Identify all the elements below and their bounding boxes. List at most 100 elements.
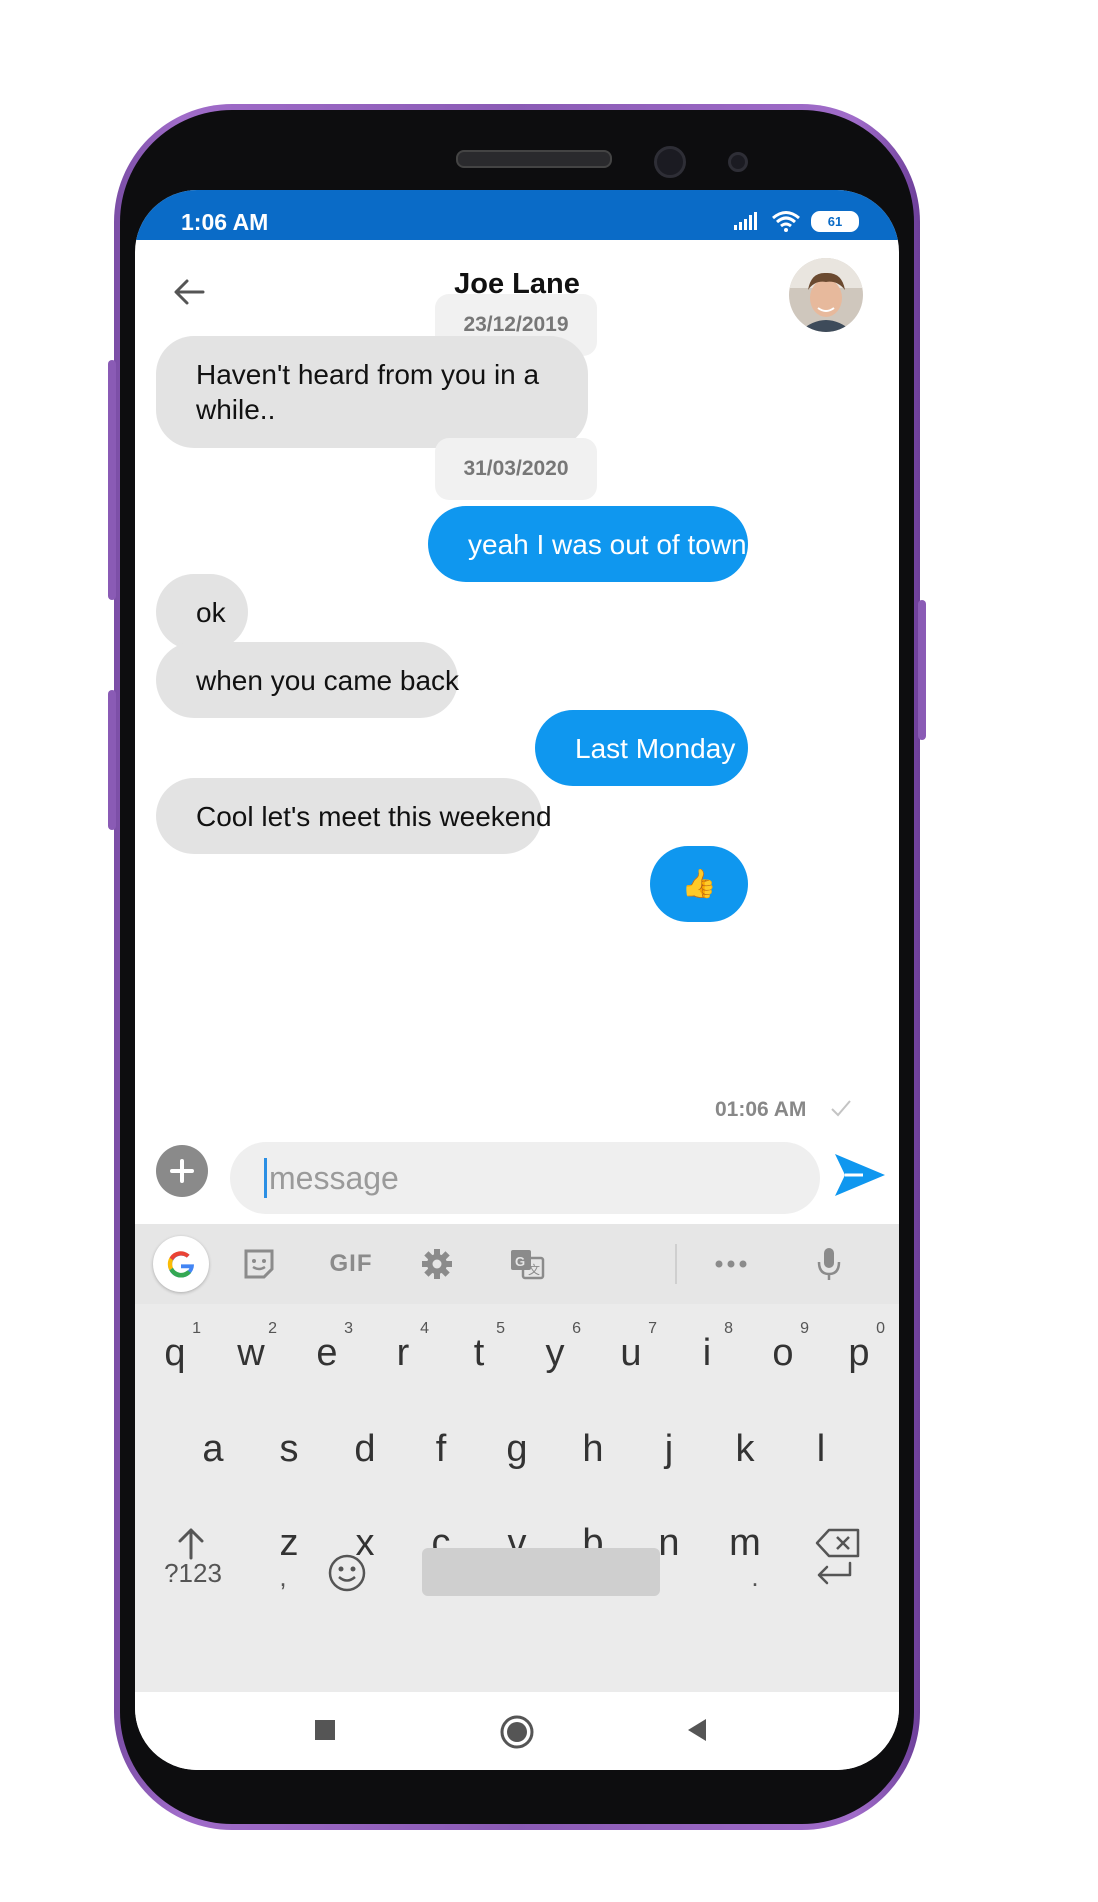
key-label: w xyxy=(237,1331,265,1374)
key-label: u xyxy=(620,1331,642,1374)
incoming-message[interactable]: ok xyxy=(156,574,248,650)
microphone-icon xyxy=(817,1248,841,1280)
home-circle-icon xyxy=(500,1715,534,1749)
sticker-button[interactable] xyxy=(235,1240,283,1288)
volume-button xyxy=(108,360,116,600)
key-w[interactable]: w2 xyxy=(221,1318,281,1388)
key-g[interactable]: g xyxy=(487,1414,547,1484)
key-f[interactable]: f xyxy=(411,1414,471,1484)
outgoing-emoji-message[interactable]: 👍 xyxy=(650,846,748,922)
svg-text:G: G xyxy=(515,1254,525,1269)
incoming-message[interactable]: Haven't heard from you in a while.. xyxy=(156,336,588,448)
comma-key[interactable]: , xyxy=(253,1542,313,1612)
key-d[interactable]: d xyxy=(335,1414,395,1484)
key-h[interactable]: h xyxy=(563,1414,623,1484)
google-button[interactable] xyxy=(153,1236,209,1292)
toolbar-divider xyxy=(675,1244,677,1284)
gif-button[interactable]: GIF xyxy=(321,1240,381,1288)
message-input[interactable]: message xyxy=(230,1142,820,1214)
date-divider: 31/03/2020 xyxy=(435,438,597,500)
emoji-icon xyxy=(328,1554,366,1592)
power-button xyxy=(918,600,926,740)
gear-icon xyxy=(422,1249,452,1279)
settings-button[interactable] xyxy=(413,1240,461,1288)
key-hint: 9 xyxy=(800,1320,809,1337)
avatar-image xyxy=(789,258,863,332)
message-placeholder: message xyxy=(269,1159,399,1196)
key-label: y xyxy=(545,1331,565,1374)
battery-icon: 61 xyxy=(811,210,859,232)
key-i[interactable]: i8 xyxy=(677,1318,737,1388)
key-l[interactable]: l xyxy=(791,1414,851,1484)
space-bar[interactable] xyxy=(422,1548,660,1596)
key-hint: 0 xyxy=(876,1320,885,1337)
key-s[interactable]: s xyxy=(259,1414,319,1484)
recents-button[interactable] xyxy=(305,1710,345,1750)
key-r[interactable]: r4 xyxy=(373,1318,433,1388)
key-label: i xyxy=(702,1331,712,1374)
key-o[interactable]: o9 xyxy=(753,1318,813,1388)
outgoing-message[interactable]: Last Monday xyxy=(535,710,748,786)
key-e[interactable]: e3 xyxy=(297,1318,357,1388)
plus-icon xyxy=(170,1159,194,1183)
keyboard-toolbar: GIF G 文 xyxy=(135,1224,899,1304)
voice-input-button[interactable] xyxy=(805,1240,853,1288)
key-j[interactable]: j xyxy=(639,1414,699,1484)
key-label: p xyxy=(848,1331,870,1374)
key-hint: 8 xyxy=(724,1320,733,1337)
key-k[interactable]: k xyxy=(715,1414,775,1484)
back-button[interactable] xyxy=(677,1710,717,1750)
translate-icon: G 文 xyxy=(511,1250,545,1280)
incoming-message[interactable]: Cool let's meet this weekend xyxy=(156,778,552,854)
wifi-icon xyxy=(772,211,800,232)
translate-button[interactable]: G 文 xyxy=(503,1240,551,1288)
key-hint: 2 xyxy=(268,1320,277,1337)
emoji-key[interactable] xyxy=(317,1538,377,1608)
key-hint: 4 xyxy=(420,1320,429,1337)
earpiece-speaker xyxy=(456,150,612,168)
key-label: r xyxy=(396,1331,410,1374)
sticker-icon xyxy=(244,1249,274,1279)
text-cursor xyxy=(264,1158,267,1198)
more-button[interactable] xyxy=(707,1240,755,1288)
status-time: 1:06 AM xyxy=(181,209,269,235)
enter-icon xyxy=(817,1561,852,1585)
status-bar: 1:06 AM 61 xyxy=(135,190,899,240)
gif-label: GIF xyxy=(329,1250,373,1277)
incoming-message[interactable]: when you came back xyxy=(156,642,459,718)
symbols-key[interactable]: ?123 xyxy=(153,1538,233,1608)
add-attachment-button[interactable] xyxy=(156,1145,208,1197)
key-p[interactable]: p0 xyxy=(829,1318,889,1388)
key-hint: 3 xyxy=(344,1320,353,1337)
key-q[interactable]: q1 xyxy=(145,1318,205,1388)
google-icon xyxy=(167,1251,195,1278)
key-hint: 1 xyxy=(192,1320,201,1337)
navigation-bar xyxy=(135,1692,899,1770)
svg-text:文: 文 xyxy=(528,1262,540,1277)
key-u[interactable]: u7 xyxy=(601,1318,661,1388)
home-button[interactable] xyxy=(495,1710,539,1754)
key-a[interactable]: a xyxy=(183,1414,243,1484)
avatar[interactable] xyxy=(789,258,863,332)
key-label: t xyxy=(473,1331,485,1374)
sent-check-icon xyxy=(831,1100,851,1117)
period-key[interactable]: . xyxy=(725,1542,785,1612)
more-icon xyxy=(715,1260,747,1268)
key-label: o xyxy=(772,1331,794,1374)
back-triangle-icon xyxy=(688,1719,706,1741)
bixby-button xyxy=(108,690,116,830)
enter-key[interactable] xyxy=(799,1538,869,1608)
key-t[interactable]: t5 xyxy=(449,1318,509,1388)
outgoing-message[interactable]: yeah I was out of town xyxy=(428,506,748,582)
key-hint: 6 xyxy=(572,1320,581,1337)
square-icon xyxy=(315,1720,335,1740)
key-hint: 7 xyxy=(648,1320,657,1337)
key-label: q xyxy=(164,1331,186,1374)
status-icons: 61 xyxy=(733,210,859,232)
key-hint: 5 xyxy=(496,1320,505,1337)
send-icon[interactable] xyxy=(833,1152,887,1198)
phone-screen: 1:06 AM 61 Joe Lane online xyxy=(135,190,899,1770)
front-camera xyxy=(654,146,686,178)
key-y[interactable]: y6 xyxy=(525,1318,585,1388)
sensor xyxy=(728,152,748,172)
